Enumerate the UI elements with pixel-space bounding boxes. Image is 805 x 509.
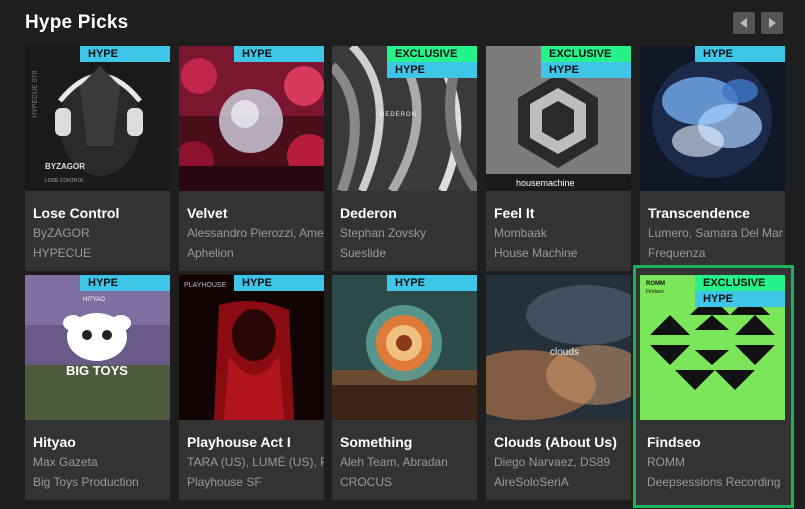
release-artwork: ROMM Findseo EXCLUSIVE HYPE <box>640 275 785 420</box>
section-header: Hype Picks <box>0 0 805 46</box>
exclusive-badge: EXCLUSIVE <box>387 46 477 62</box>
label-name[interactable]: Sueslide <box>340 246 477 260</box>
artist-name[interactable]: TARA (US), LUMÉ (US), P <box>187 455 324 469</box>
release-artwork: HYPECUE 078 BYZAGOR LOSE CONTROL HYPE <box>25 46 170 191</box>
track-title[interactable]: Velvet <box>187 205 324 221</box>
art-side-text: HYPECUE 078 <box>32 70 39 118</box>
artist-name[interactable]: ROMM <box>647 455 784 469</box>
release-artwork: BIG TOYS HITYAO HYPE <box>25 275 170 420</box>
release-card[interactable]: HYPE Something Aleh Team, Abradan CROCUS <box>332 275 477 500</box>
label-name[interactable]: Frequenza <box>648 246 785 260</box>
section-title: Hype Picks <box>25 12 129 33</box>
hype-badge: HYPE <box>387 62 477 78</box>
track-title[interactable]: Playhouse Act I <box>187 434 324 450</box>
track-title[interactable]: Clouds (About Us) <box>494 434 631 450</box>
label-name[interactable]: HYPECUE <box>33 246 170 260</box>
hype-badge: HYPE <box>80 46 170 62</box>
release-artwork: housemachine EXCLUSIVE HYPE <box>486 46 631 191</box>
art-title-text: BIG TOYS <box>66 363 128 378</box>
chevron-right-icon <box>769 18 776 28</box>
art-sub-text: Findseo <box>646 289 664 295</box>
artist-name[interactable]: Aleh Team, Abradan <box>340 455 477 469</box>
hype-badge: HYPE <box>234 46 324 62</box>
label-name[interactable]: House Machine <box>494 246 631 260</box>
art-title-text: DEDERON <box>380 112 417 118</box>
track-title[interactable]: Transcendence <box>648 205 785 221</box>
label-name[interactable]: CROCUS <box>340 475 477 489</box>
art-title-text: clouds <box>550 347 579 358</box>
track-title[interactable]: Dederon <box>340 205 477 221</box>
release-card[interactable]: HYPECUE 078 BYZAGOR LOSE CONTROL HYPE Lo… <box>25 46 170 271</box>
label-name[interactable]: Playhouse SF <box>187 475 324 489</box>
hype-badge: HYPE <box>234 275 324 291</box>
release-artwork: PLAYHOUSE HYPE <box>179 275 324 420</box>
release-artwork: DEDERON EXCLUSIVE HYPE <box>332 46 477 191</box>
track-title[interactable]: Lose Control <box>33 205 170 221</box>
artist-name[interactable]: ByZAGOR <box>33 226 170 240</box>
hype-badge: HYPE <box>695 46 785 62</box>
release-artwork: clouds <box>486 275 631 420</box>
release-card[interactable]: housemachine EXCLUSIVE HYPE Feel It Momb… <box>486 46 631 271</box>
track-title[interactable]: Findseo <box>647 434 784 450</box>
hype-badge: HYPE <box>541 62 631 78</box>
release-card[interactable]: HYPE Velvet Alessandro Pierozzi, Ame Aph… <box>179 46 324 271</box>
chevron-left-icon <box>740 18 747 28</box>
artist-name[interactable]: Alessandro Pierozzi, Ame <box>187 226 324 240</box>
art-title-text: housemachine <box>516 178 575 188</box>
art-title-text: PLAYHOUSE <box>184 282 227 289</box>
exclusive-badge: EXCLUSIVE <box>541 46 631 62</box>
art-sub-text: LOSE CONTROL <box>45 178 84 184</box>
track-title[interactable]: Hityao <box>33 434 170 450</box>
release-card[interactable]: clouds Clouds (About Us) Diego Narvaez, … <box>486 275 631 500</box>
hype-badge: HYPE <box>695 291 785 307</box>
art-title-text: BYZAGOR <box>45 162 85 171</box>
next-page-button[interactable] <box>761 12 783 34</box>
release-artwork: HYPE <box>640 46 785 191</box>
track-title[interactable]: Feel It <box>494 205 631 221</box>
label-name[interactable]: Big Toys Production <box>33 475 170 489</box>
artist-name[interactable]: Max Gazeta <box>33 455 170 469</box>
release-card[interactable]: BIG TOYS HITYAO HYPE Hityao Max Gazeta B… <box>25 275 170 500</box>
artist-name[interactable]: Mombaak <box>494 226 631 240</box>
label-name[interactable]: AireSoloSeriA <box>494 475 631 489</box>
release-artwork: HYPE <box>179 46 324 191</box>
artist-name[interactable]: Lumero, Samara Del Mar <box>648 226 785 240</box>
exclusive-badge: EXCLUSIVE <box>695 275 785 291</box>
artist-name[interactable]: Stephan Zovsky <box>340 226 477 240</box>
release-card[interactable]: PLAYHOUSE HYPE Playhouse Act I TARA (US)… <box>179 275 324 500</box>
label-name[interactable]: Aphelion <box>187 246 324 260</box>
prev-page-button[interactable] <box>733 12 755 34</box>
release-card-selected[interactable]: ROMM Findseo EXCLUSIVE HYPE Findseo ROMM… <box>633 265 794 508</box>
art-sub-text: HITYAO <box>83 297 105 303</box>
hype-badge: HYPE <box>80 275 170 291</box>
release-card[interactable]: HYPE Transcendence Lumero, Samara Del Ma… <box>640 46 785 271</box>
release-card[interactable]: DEDERON EXCLUSIVE HYPE Dederon Stephan Z… <box>332 46 477 271</box>
artist-name[interactable]: Diego Narvaez, DS89 <box>494 455 631 469</box>
track-title[interactable]: Something <box>340 434 477 450</box>
art-title-text: ROMM <box>646 281 665 287</box>
label-name[interactable]: Deepsessions Recording <box>647 475 784 489</box>
hype-badge: HYPE <box>387 275 477 291</box>
release-artwork: HYPE <box>332 275 477 420</box>
